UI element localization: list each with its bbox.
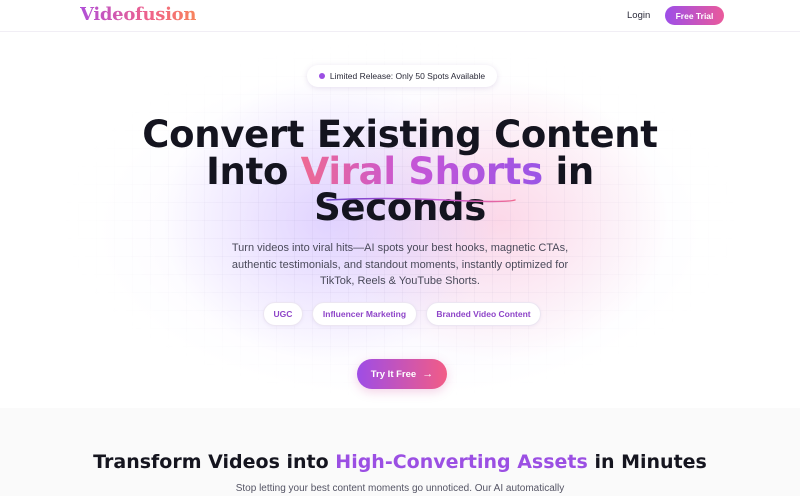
chip-branded-video-content[interactable]: Branded Video Content: [426, 302, 541, 326]
hero-headline: Convert Existing Content Into Viral Shor…: [100, 116, 700, 229]
login-link[interactable]: Login: [627, 10, 650, 21]
status-dot-icon: [318, 73, 325, 79]
try-it-free-button[interactable]: Try It Free →: [357, 359, 447, 389]
cta-label: Try It Free: [370, 368, 417, 380]
site-header: Videofusion Login Free Trial: [0, 0, 800, 32]
chip-ugc[interactable]: UGC: [263, 302, 303, 326]
chip-influencer-marketing[interactable]: Influencer Marketing: [312, 302, 417, 326]
features-title: Transform Videos into High-Converting As…: [0, 451, 800, 473]
hero-subtext: Turn videos into viral hits—AI spots you…: [231, 242, 569, 287]
headline-into: Into: [206, 149, 289, 193]
badge-text: Limited Release: Only 50 Spots Available: [329, 71, 486, 81]
headline-in: in: [555, 149, 594, 193]
limited-release-badge: Limited Release: Only 50 Spots Available: [307, 65, 497, 87]
arrow-right-icon: →: [422, 367, 434, 380]
features-subtitle: Stop letting your best content moments g…: [235, 483, 565, 494]
brand-logo[interactable]: Videofusion: [80, 4, 196, 25]
features-title-prefix: Transform Videos into: [93, 451, 329, 473]
landing-page: Videofusion Login Free Trial Limited Rel…: [0, 0, 800, 496]
free-trial-button[interactable]: Free Trial: [665, 6, 724, 25]
features-title-highlight: High-Converting Assets: [335, 451, 588, 473]
features-title-suffix: in Minutes: [594, 451, 707, 473]
headline-underline-decoration: [326, 197, 516, 203]
headline-line-3: Seconds: [314, 186, 486, 229]
